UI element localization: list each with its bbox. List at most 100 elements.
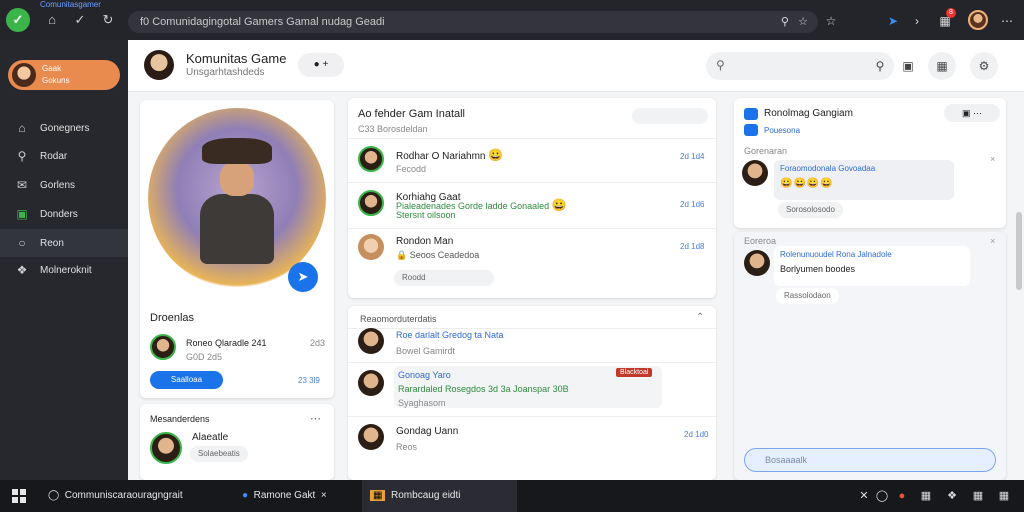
main-content: Komunitas Game Unsgarhtashdeds ● + ⚲ ⚲ ▣… [128, 40, 1024, 480]
post-sub: Bowel Gamirdt [396, 346, 456, 356]
card-subtitle: C33 Borosdeldan [358, 124, 428, 134]
chip-label: + [322, 59, 329, 70]
divider [348, 228, 716, 229]
chat-title: Ronolmag Gangiam [764, 108, 853, 119]
page-title: Komunitas Game [186, 51, 287, 66]
post-name: Roe darlalt Gredog ta Nata [396, 330, 504, 340]
window-icon[interactable]: ▣ [894, 52, 922, 80]
chat-options[interactable]: ▣ ⋯ [944, 104, 1000, 122]
follow-chip[interactable]: ● + [298, 53, 344, 77]
tab-label[interactable]: Pouesona [764, 126, 800, 135]
lock-icon: 🔒 [396, 250, 408, 260]
avatar [744, 250, 770, 276]
sidebar-item-1[interactable]: ⌂ Gonegners [0, 114, 128, 142]
page-subtitle: Unsgarhtashdeds [186, 67, 265, 78]
post-name: Gondag Uann [396, 426, 459, 437]
filter-pill[interactable] [632, 108, 708, 124]
search-icon: ⚲ [716, 58, 725, 72]
sidebar-item-2[interactable]: ⚲ Rodar [0, 142, 128, 170]
search-icon[interactable]: ⚲ [866, 52, 894, 80]
browser-avatar[interactable] [968, 10, 988, 30]
close-icon[interactable]: × [990, 154, 995, 164]
post-name: Gonoag Yaro [398, 370, 451, 380]
share-icon[interactable]: › [908, 12, 926, 30]
chevron-up-icon[interactable]: ⌃ [696, 312, 704, 323]
tray-icon[interactable]: ▦ [970, 488, 986, 504]
view-button[interactable]: Saalloaa [150, 371, 223, 389]
sidebar-item-label: Donders [40, 208, 78, 220]
message-title: Rolenunuoudel Rona Jalnadole [780, 250, 892, 259]
reload-icon[interactable]: ↻ [100, 12, 116, 28]
avatar [144, 50, 174, 80]
tab-title[interactable]: Comunitasgamer [40, 0, 101, 9]
post-sub: Stersnt oilsoon [396, 210, 456, 220]
message-input[interactable]: Bosaaaalk [744, 448, 996, 472]
character-face [220, 162, 254, 196]
tray-icon[interactable]: ▦ [996, 488, 1012, 504]
message-text: Borlyumen boodes [780, 264, 856, 274]
sidebar-item-5[interactable]: ○ Reon [0, 229, 128, 257]
search-icon: ◯ [48, 490, 60, 501]
back-icon[interactable]: ⌂ [44, 12, 60, 28]
divider [348, 416, 716, 417]
settings-icon[interactable]: ⚙ [970, 52, 998, 80]
divider [348, 138, 716, 139]
address-bar[interactable]: f0 Comunidagingotal Gamers Gamal nudag G… [128, 11, 818, 33]
menu-icon[interactable]: ⋯ [998, 12, 1016, 30]
sidebar-item-label: Molneroknit [40, 264, 92, 276]
bookmark-icon[interactable]: ☆ [822, 12, 840, 30]
taskbar-item-3[interactable]: ▦ Rombcaug eidti [370, 480, 461, 512]
close-icon[interactable]: × [321, 490, 327, 501]
reply-pill[interactable]: Roodd [394, 270, 494, 286]
profile-pill[interactable]: Gaak Gokuns [8, 60, 120, 90]
more-icon[interactable]: ⋯ [310, 412, 321, 425]
gift-icon[interactable]: ▦ [928, 52, 956, 80]
taskbar-item-2[interactable]: ● Ramone Gakt × [242, 480, 327, 512]
post-name: Rondon Man [396, 236, 454, 247]
extension-icon[interactable]: ➤ [884, 12, 902, 30]
avatar [12, 63, 36, 87]
search-icon: ⚲ [17, 149, 27, 163]
star-icon[interactable]: ☆ [798, 16, 808, 28]
circle-icon: ○ [18, 236, 26, 250]
play-icon[interactable]: ➤ [288, 262, 318, 292]
avatar [358, 424, 384, 450]
avatar [150, 334, 176, 360]
character-hat [202, 138, 272, 164]
tray-icon[interactable]: ● [894, 488, 910, 504]
close-icon[interactable]: × [990, 236, 995, 246]
card-title: Ao fehder Gam Inatall [358, 108, 466, 120]
taskbar: ◯ Communiscaraouragngrait ● Ramone Gakt … [0, 480, 1024, 512]
message-text: Foraomodonala Govoadaa [780, 164, 876, 173]
sidebar-item-3[interactable]: ✉ Gorlens [0, 171, 128, 199]
chat-icon [744, 108, 758, 120]
user-sub[interactable]: Solaebeatis [190, 446, 248, 462]
tray-icon[interactable]: ◯ [874, 488, 890, 504]
post-text: Rarardaled Rosegdos 3d 3a Joanspar 30B [398, 384, 569, 394]
avatar [358, 328, 384, 354]
groups-icon: ▣ [16, 207, 28, 221]
taskbar-item-1[interactable]: ◯ Communiscaraouragngrait [48, 480, 183, 512]
sidebar-item-label: Rodar [40, 150, 68, 162]
sidebar-item-4[interactable]: ▣ Donders [0, 200, 128, 228]
sidebar-item-6[interactable]: ❖ Molneroknit [0, 256, 128, 284]
tray-icon[interactable]: ✕ [856, 488, 872, 504]
search-icon[interactable]: ⚲ [781, 16, 789, 28]
tray-icon[interactable]: ▦ [918, 488, 934, 504]
sidebar: Gaak Gokuns ⌂ Gonegners ⚲ Rodar ✉ Gorlen… [0, 40, 128, 480]
divider [348, 182, 716, 183]
post-sub: 🔒 Seoos Ceadedoa [396, 250, 479, 261]
post-time: 2d 1d4 [680, 152, 705, 161]
character-illustration [192, 138, 282, 268]
group-title: Gorenaran [744, 146, 788, 156]
friend-name: Roneo Qlaradle 241 [186, 338, 267, 348]
scrollbar[interactable] [1016, 212, 1022, 290]
avatar [150, 432, 182, 464]
card-title: Mesanderdens [150, 414, 210, 424]
windows-start-icon[interactable] [12, 489, 26, 503]
gamepad-icon: ❖ [16, 263, 28, 277]
tray-icon[interactable]: ❖ [944, 488, 960, 504]
browser-logo-icon[interactable]: ✓ [6, 8, 30, 32]
forward-icon[interactable]: ✓ [72, 12, 88, 28]
profile-name: Gaak [42, 64, 62, 73]
